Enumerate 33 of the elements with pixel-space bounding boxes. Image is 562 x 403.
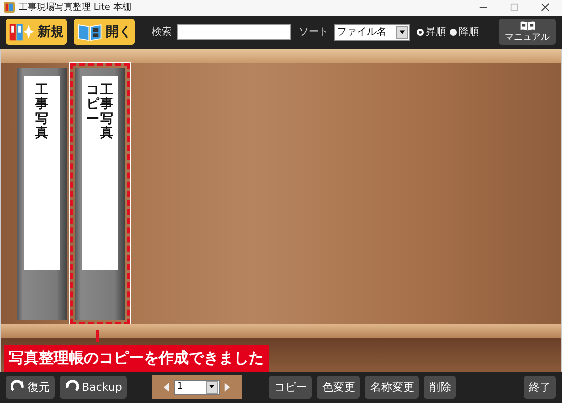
sort-order-radio[interactable]: 昇順: [417, 25, 446, 40]
binder-title: 工事写真: [100, 84, 114, 142]
next-page-icon[interactable]: [224, 382, 232, 393]
delete-button[interactable]: 削除: [424, 376, 456, 399]
backup-arrow-icon: [65, 380, 79, 394]
backup-button[interactable]: Backup: [60, 376, 128, 399]
restore-button[interactable]: 復元: [6, 376, 55, 399]
binders-icon: [9, 22, 35, 42]
new-button[interactable]: 新規: [6, 19, 67, 46]
rename-button[interactable]: 名称変更: [365, 376, 420, 399]
sort-label: ソート: [299, 26, 329, 40]
binder[interactable]: 工事写真 コピー: [70, 62, 130, 325]
search-label: 検索: [152, 26, 172, 40]
page-dropdown[interactable]: 1: [174, 380, 220, 395]
search-field[interactable]: [177, 24, 291, 40]
manual-button[interactable]: マニュアル: [499, 19, 556, 46]
close-icon[interactable]: [541, 3, 550, 12]
app-icon: [4, 2, 15, 14]
exit-button[interactable]: 終了: [524, 376, 556, 399]
sort-order-radio[interactable]: 降順: [450, 25, 479, 40]
copy-button[interactable]: コピー: [269, 376, 312, 399]
open-binder-icon: [77, 22, 103, 42]
open-button[interactable]: 開く: [74, 19, 135, 46]
leader-line: [96, 330, 102, 342]
restore-arrow-icon: [11, 380, 25, 394]
color-change-button[interactable]: 色変更: [317, 376, 360, 399]
window-title: 工事現場写真整理 Lite 本棚: [19, 2, 132, 14]
book-icon: [520, 20, 536, 31]
binder-title: 工事写真: [36, 84, 48, 142]
binder-subtitle: コピー: [86, 84, 100, 127]
previous-page-icon[interactable]: [163, 382, 170, 393]
notification-message: 写真整理帳のコピーを作成できました: [4, 344, 269, 372]
sort-dropdown[interactable]: ファイル名: [334, 24, 410, 41]
